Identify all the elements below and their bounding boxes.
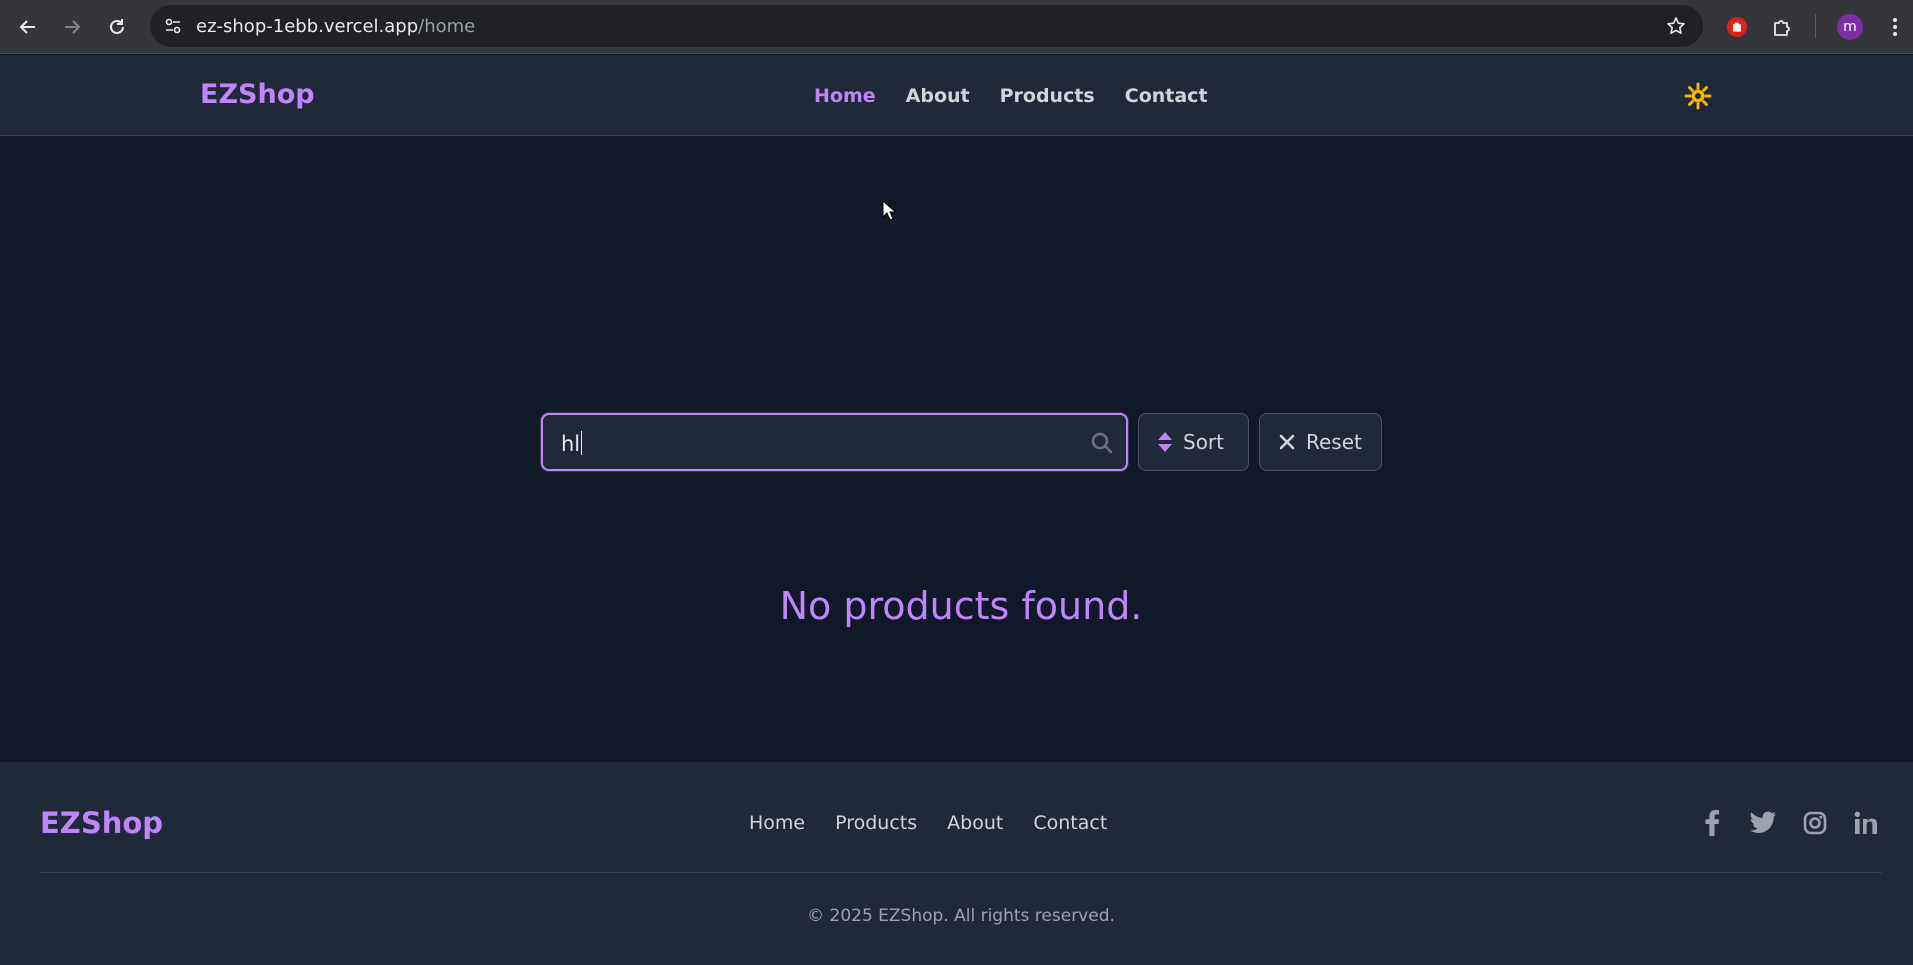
- copyright-text: © 2025 EZShop. All rights reserved.: [807, 906, 1115, 926]
- text-caret: [581, 431, 583, 455]
- facebook-icon[interactable]: [1696, 807, 1728, 839]
- search-value-text: hl: [561, 432, 581, 456]
- theme-toggle-button[interactable]: [1683, 81, 1713, 111]
- twitter-icon[interactable]: [1747, 807, 1779, 839]
- mouse-cursor-icon: [882, 200, 896, 221]
- footer-link-contact[interactable]: Contact: [1033, 812, 1107, 834]
- reset-button[interactable]: Reset: [1259, 413, 1382, 471]
- site-settings-icon[interactable]: [160, 13, 186, 39]
- linkedin-icon[interactable]: [1850, 807, 1882, 839]
- sort-icon: [1158, 432, 1172, 452]
- toolbar-divider: [1815, 14, 1816, 38]
- bookmark-star-icon[interactable]: [1663, 13, 1689, 39]
- empty-results-message: No products found.: [779, 584, 1143, 628]
- site-header: EZShop Home About Products Contact: [0, 55, 1913, 136]
- sort-button[interactable]: Sort: [1138, 413, 1249, 471]
- back-arrow-icon[interactable]: [10, 9, 46, 45]
- footer-link-products[interactable]: Products: [835, 812, 917, 834]
- footer-divider: [40, 872, 1882, 873]
- extension-hand-icon[interactable]: [1720, 10, 1754, 44]
- search-input[interactable]: hl: [541, 413, 1128, 471]
- address-bar[interactable]: ez-shop-1ebb.vercel.app/home: [150, 5, 1703, 47]
- footer-link-home[interactable]: Home: [749, 812, 805, 834]
- browser-toolbar: ez-shop-1ebb.vercel.app/home m: [0, 0, 1913, 54]
- extensions-puzzle-icon[interactable]: [1765, 10, 1799, 44]
- footer-logo[interactable]: EZShop: [40, 806, 163, 840]
- nav-link-products[interactable]: Products: [1000, 85, 1095, 107]
- nav-link-home[interactable]: Home: [814, 85, 876, 107]
- main-nav: Home About Products Contact: [814, 85, 1208, 107]
- profile-avatar[interactable]: m: [1833, 10, 1867, 44]
- nav-link-about[interactable]: About: [906, 85, 970, 107]
- search-input-value: hl: [561, 431, 583, 456]
- url-text: ez-shop-1ebb.vercel.app/home: [196, 16, 475, 37]
- nav-link-contact[interactable]: Contact: [1125, 85, 1208, 107]
- reset-button-label: Reset: [1306, 430, 1362, 454]
- url-host: ez-shop-1ebb.vercel.app: [196, 16, 419, 37]
- search-icon[interactable]: [1090, 431, 1114, 455]
- site-footer: EZShop Home Products About Contact © 202…: [0, 762, 1913, 965]
- sun-icon: [1684, 82, 1712, 110]
- instagram-icon[interactable]: [1799, 807, 1831, 839]
- kebab-menu-icon[interactable]: [1878, 10, 1912, 44]
- footer-link-about[interactable]: About: [947, 812, 1003, 834]
- close-icon: [1279, 434, 1295, 450]
- profile-initial: m: [1837, 14, 1863, 40]
- reload-icon[interactable]: [99, 9, 135, 45]
- url-path: /home: [418, 16, 476, 37]
- sort-button-label: Sort: [1183, 430, 1224, 454]
- forward-arrow-icon[interactable]: [54, 9, 90, 45]
- footer-nav: Home Products About Contact: [749, 812, 1107, 834]
- header-logo[interactable]: EZShop: [200, 79, 315, 110]
